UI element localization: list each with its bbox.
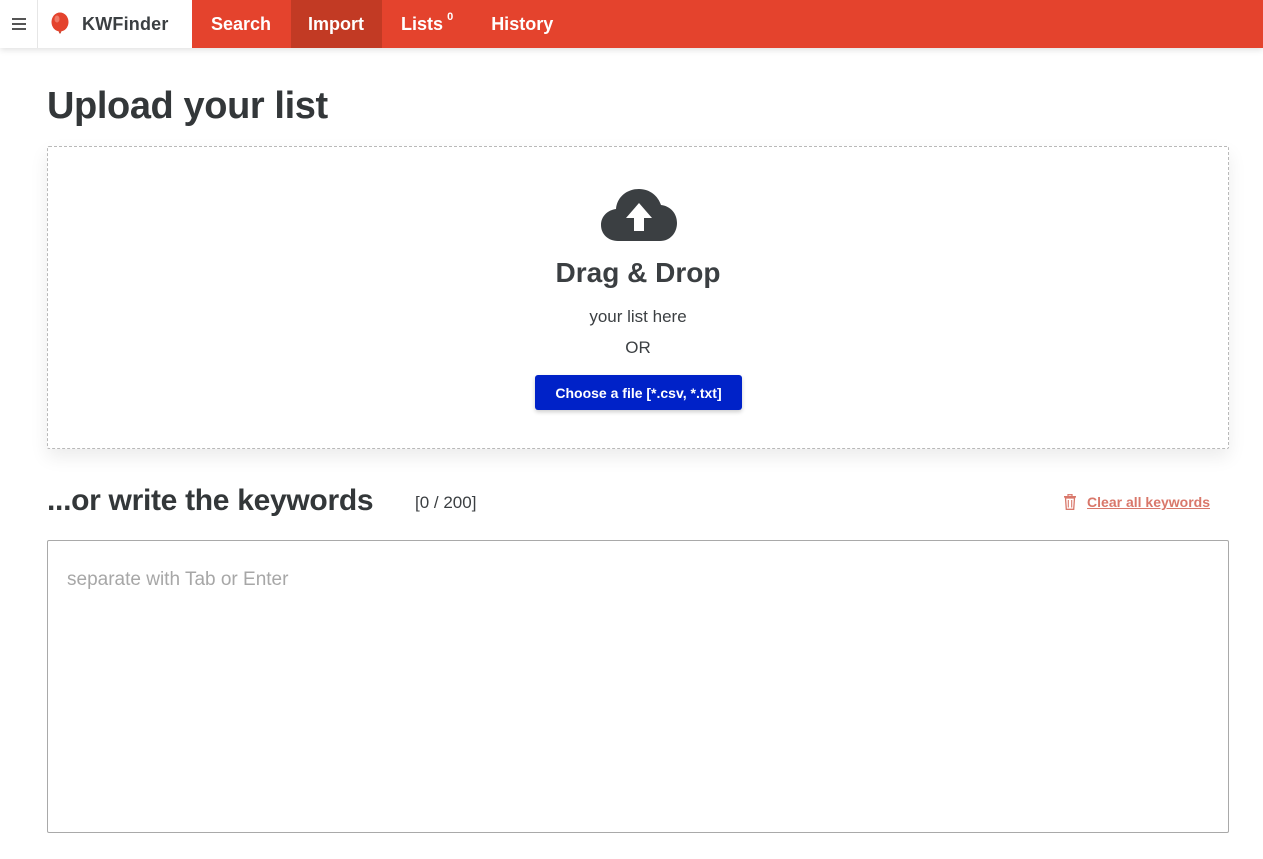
top-navigation-bar: KWFinder Search Import Lists 0 History bbox=[0, 0, 1263, 48]
clear-all-keywords-label: Clear all keywords bbox=[1087, 494, 1210, 510]
tab-search[interactable]: Search bbox=[192, 0, 291, 48]
dropzone-subtitle: your list here bbox=[589, 307, 687, 326]
trash-icon bbox=[1063, 493, 1077, 510]
choose-file-button[interactable]: Choose a file [*.csv, *.txt] bbox=[535, 375, 742, 410]
tab-search-label: Search bbox=[211, 13, 272, 34]
keyword-count: [0 / 200] bbox=[415, 493, 477, 512]
hamburger-menu-icon[interactable] bbox=[0, 0, 38, 48]
keywords-textarea[interactable] bbox=[47, 540, 1229, 833]
balloon-icon bbox=[50, 12, 70, 36]
clear-all-keywords-link[interactable]: Clear all keywords bbox=[1063, 493, 1210, 510]
lists-count-badge: 0 bbox=[447, 11, 454, 23]
file-dropzone[interactable]: Drag & Drop your list here OR Choose a f… bbox=[47, 146, 1229, 449]
tab-import[interactable]: Import bbox=[291, 0, 383, 48]
cloud-upload-icon bbox=[600, 187, 678, 243]
tab-lists[interactable]: Lists 0 bbox=[382, 0, 472, 48]
page-title: Upload your list bbox=[47, 85, 328, 127]
dropzone-title: Drag & Drop bbox=[555, 257, 721, 288]
tab-lists-label: Lists bbox=[401, 13, 444, 34]
brand-name: KWFinder bbox=[82, 13, 169, 34]
logo[interactable]: KWFinder bbox=[38, 12, 169, 36]
tab-history-label: History bbox=[491, 13, 554, 34]
dropzone-or-text: OR bbox=[625, 338, 651, 357]
tab-import-label: Import bbox=[308, 13, 365, 34]
keywords-heading: ...or write the keywords bbox=[47, 484, 374, 517]
tab-history[interactable]: History bbox=[472, 0, 571, 48]
brand-area: KWFinder bbox=[0, 0, 192, 48]
